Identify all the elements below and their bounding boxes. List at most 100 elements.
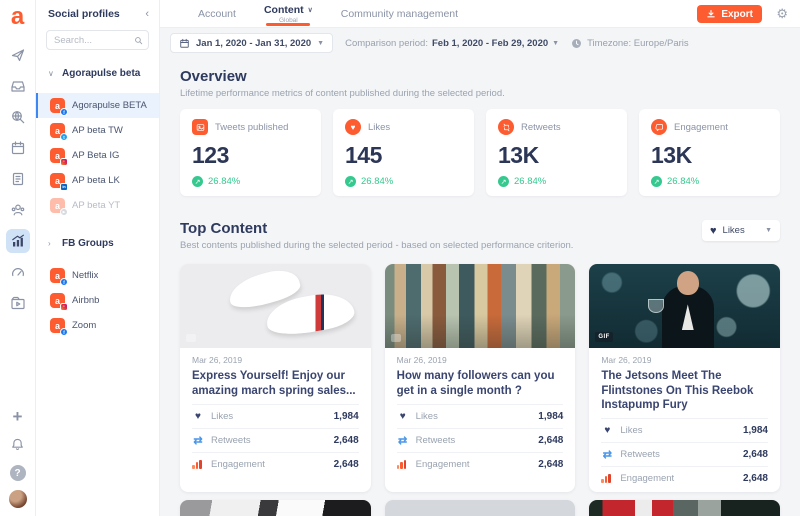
clock-icon <box>572 38 582 48</box>
profile-airbnb[interactable]: Airbnb <box>36 288 159 313</box>
tab-content[interactable]: Content ∨ Global <box>250 0 327 27</box>
trend-up-icon: ↗ <box>192 176 203 187</box>
profile-ap-beta-lk[interactable]: AP beta LK <box>36 168 159 193</box>
heart-icon: ♥ <box>399 411 406 422</box>
metric-value: 123 <box>192 142 229 168</box>
metric-card-retweets: Retweets 13K ↗ 26.84% <box>486 109 627 196</box>
content-card-5[interactable] <box>384 500 576 516</box>
top-content-subtitle: Best contents published during the selec… <box>180 240 574 251</box>
metric-change: 26.84% <box>514 176 547 187</box>
profile-name: AP Beta IG <box>72 150 120 161</box>
media-library-icon[interactable] <box>6 291 30 315</box>
profile-group-fb-groups[interactable]: › FB Groups <box>36 232 159 255</box>
publishing-icon[interactable] <box>6 43 30 67</box>
retweet-icon: ⇄ <box>193 435 203 447</box>
profile-netflix[interactable]: Netflix <box>36 263 159 288</box>
stat-row-engagement: Engagement 2,648 <box>396 452 564 476</box>
sort-by-dropdown[interactable]: ♥ Likes ▼ <box>702 220 780 241</box>
social-listening-icon[interactable] <box>6 105 30 129</box>
main-panel: Account Content ∨ Global Community manage… <box>160 0 800 516</box>
bar-chart-icon <box>601 474 613 484</box>
bar-chart-icon <box>192 460 204 469</box>
user-avatar[interactable] <box>8 490 27 508</box>
timezone-value: Europe/Paris <box>633 37 689 49</box>
heart-icon: ♥ <box>345 119 361 135</box>
profile-group-agorapulse-beta[interactable]: ∨ Agorapulse beta <box>36 62 159 85</box>
profile-avatar <box>50 98 68 116</box>
profile-ap-beta-ig[interactable]: AP Beta IG <box>36 143 159 168</box>
active-tab-indicator <box>266 23 311 26</box>
stat-row-engagement: Engagement 2,648 <box>192 452 359 476</box>
calendar-icon[interactable] <box>6 136 30 160</box>
gif-badge: GIF <box>595 332 613 342</box>
reports-icon[interactable] <box>5 228 30 253</box>
report-topbar: Account Content ∨ Global Community manage… <box>160 0 800 28</box>
date-range-value: Jan 1, 2020 - Jan 31, 2020 <box>196 37 312 49</box>
stat-row-likes: ♥ Likes 1,984 <box>192 404 359 428</box>
download-icon <box>707 10 716 18</box>
profile-ap-beta-tw[interactable]: AP beta TW <box>36 118 159 143</box>
profile-zoom[interactable]: Zoom <box>36 313 159 338</box>
metric-change: 26.84% <box>361 176 394 187</box>
comparison-period-select[interactable]: Comparison period: Feb 1, 2020 - Feb 29,… <box>345 38 559 49</box>
retweet-icon: ⇄ <box>602 449 612 462</box>
stat-row-retweets: ⇄ Retweets 2,648 <box>396 428 564 452</box>
profile-name: AP beta LK <box>72 175 120 186</box>
profile-ap-beta-yt[interactable]: AP beta YT <box>36 193 159 218</box>
tab-community-management[interactable]: Community management <box>327 0 472 27</box>
profile-search[interactable] <box>46 30 149 50</box>
top-content-section: Top Content Best contents published duri… <box>180 220 780 516</box>
chevron-down-icon: ▼ <box>765 227 772 234</box>
profile-agorapulse-beta[interactable]: Agorapulse BETA <box>36 93 159 118</box>
card-image-poster-shop <box>384 264 576 348</box>
overview-title: Overview <box>180 68 247 85</box>
tab-label: Account <box>198 7 236 20</box>
content-card-3[interactable]: GIF Mar 26, 2019 The Jetsons Meet The Fl… <box>589 264 780 493</box>
metric-value: 145 <box>345 142 382 168</box>
profile-avatar <box>50 198 68 216</box>
chevron-down-icon: ▼ <box>317 39 325 47</box>
profile-name: AP beta TW <box>72 125 123 136</box>
tab-label: Content <box>263 3 304 16</box>
content-card-2[interactable]: Mar 26, 2019 How many followers can you … <box>384 264 576 493</box>
chevron-left-icon[interactable]: ‹ <box>145 8 149 20</box>
help-icon[interactable]: ? <box>9 465 26 481</box>
community-icon[interactable] <box>6 198 30 222</box>
card-title: How many followers can you get in a sing… <box>396 370 555 397</box>
card-image-placeholder <box>384 500 576 516</box>
export-label: Export <box>721 8 753 20</box>
tab-account[interactable]: Account <box>184 0 250 27</box>
search-input[interactable] <box>54 34 134 46</box>
metric-label: Tweets published <box>215 121 289 133</box>
agorapulse-logo-icon[interactable]: a <box>11 5 24 29</box>
content-card-1[interactable]: Mar 26, 2019 Express Yourself! Enjoy our… <box>180 264 371 493</box>
stat-row-retweets: ⇄ Retweets 2,648 <box>192 428 359 452</box>
profile-name: Netflix <box>72 270 99 281</box>
profile-name: Zoom <box>72 320 97 331</box>
card-image-sneakers <box>180 264 371 348</box>
report-content: Overview Lifetime performance metrics of… <box>160 58 800 516</box>
chevron-down-icon: ∨ <box>48 69 54 78</box>
group-label: FB Groups <box>62 238 114 249</box>
card-date: Mar 26, 2019 <box>396 355 447 365</box>
metric-change: 26.84% <box>667 176 700 187</box>
metric-change: 26.84% <box>208 176 241 187</box>
profile-name: Airbnb <box>72 295 100 306</box>
next-row-cards <box>180 500 780 516</box>
inbox-icon[interactable] <box>6 74 30 98</box>
gear-icon[interactable]: ⚙ <box>776 6 788 22</box>
publishing-calendar-icon[interactable] <box>6 167 30 191</box>
power-reports-icon[interactable] <box>6 260 30 284</box>
timezone-label: Timezone: <box>587 37 632 49</box>
date-range-picker[interactable]: Jan 1, 2020 - Jan 31, 2020 ▼ <box>170 33 334 53</box>
export-button[interactable]: Export <box>697 5 762 23</box>
content-card-4[interactable] <box>180 500 371 516</box>
add-icon[interactable]: + <box>13 408 23 425</box>
content-card-6[interactable] <box>589 500 780 516</box>
card-image-grayscale <box>180 500 371 516</box>
notifications-bell-icon[interactable] <box>6 433 30 457</box>
stat-row-likes: ♥ Likes 1,984 <box>601 418 768 442</box>
profile-avatar <box>50 268 68 286</box>
media-type-icon <box>390 334 401 342</box>
profile-name: Agorapulse BETA <box>72 100 147 111</box>
